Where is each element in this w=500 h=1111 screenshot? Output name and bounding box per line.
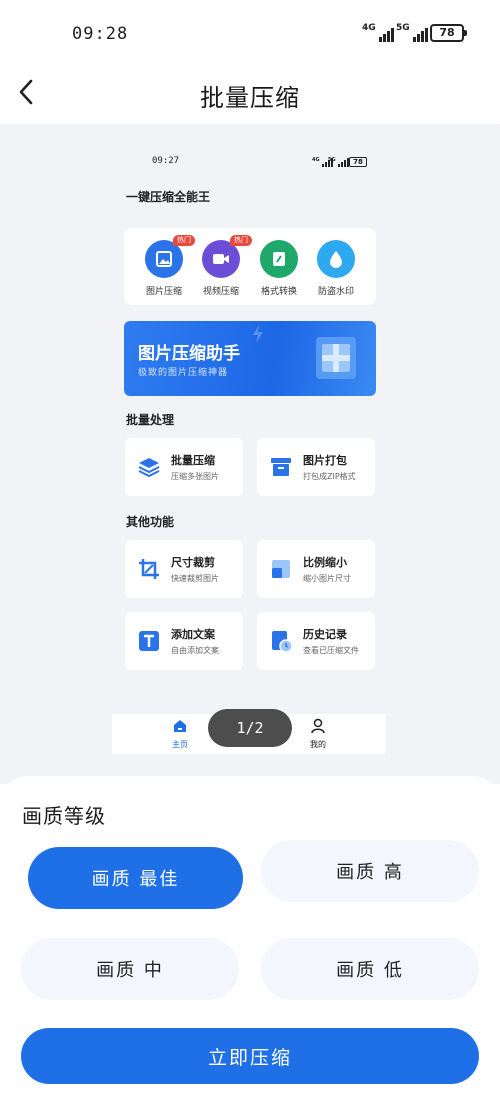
text-icon (139, 631, 159, 651)
quality-title: 画质等级 (22, 804, 106, 828)
section-title-quick: 一键压缩全能王 (126, 190, 211, 204)
quality-low-button[interactable]: 画质 低 (261, 938, 479, 1000)
preview-status-time: 09:27 (152, 156, 180, 166)
battery-level: 78 (439, 26, 455, 39)
image-icon: 热门 (145, 235, 195, 278)
quick-item-label: 图片压缩 (145, 287, 182, 297)
preview-battery-icon: 78 (349, 157, 367, 167)
quick-item-video-compress[interactable]: 热门 视频压缩 (191, 235, 252, 297)
section-title-batch: 批量处理 (126, 413, 175, 427)
preview-status-bar: 09:27 4G 5G 78 (0, 156, 500, 170)
tab-label: 我的 (310, 740, 326, 749)
quick-item-label: 视频压缩 (202, 287, 239, 297)
compress-now-button[interactable]: 立即压缩 (21, 1028, 479, 1084)
video-icon: 热门 (202, 235, 252, 278)
tool-name: 历史记录 (303, 628, 347, 641)
history-icon (272, 631, 293, 653)
tool-desc: 打包成ZIP格式 (303, 472, 356, 481)
preview-battery-level: 78 (353, 158, 363, 166)
quick-item-watermark[interactable]: 防盗水印 (306, 240, 366, 297)
signal-4g-icon: 4G (362, 24, 394, 42)
quality-medium-button[interactable]: 画质 中 (21, 938, 239, 1000)
quick-item-label: 防盗水印 (317, 287, 354, 297)
tool-desc: 缩小图片尺寸 (303, 574, 351, 583)
preview-network-label-2: 5G (328, 157, 336, 163)
quality-sheet: 画质等级 画质 最佳 画质 高 画质 中 画质 低 立即压缩 (0, 776, 500, 1111)
section-title-other: 其他功能 (126, 515, 175, 529)
quality-best-button[interactable]: 画质 最佳 (28, 847, 243, 909)
tool-desc: 自由添加文案 (171, 646, 219, 655)
lightning-icon (253, 325, 263, 343)
tool-name: 比例缩小 (303, 556, 347, 569)
app-header: 批量压缩 (0, 62, 500, 124)
user-icon (311, 718, 325, 734)
crop-icon (139, 559, 159, 579)
network-label-2: 5G (396, 23, 410, 33)
tool-name: 批量压缩 (171, 454, 215, 467)
preview-signal-5g-icon: 5G (328, 158, 349, 167)
quick-item-image-compress[interactable]: 热门 图片压缩 (134, 235, 195, 297)
quick-item-label: 格式转换 (260, 287, 297, 297)
promo-banner[interactable]: 图片压缩助手 极致的图片压缩神器 (124, 321, 376, 396)
tool-name: 添加文案 (171, 628, 215, 641)
banner-subtitle: 极致的图片压缩神器 (138, 368, 229, 378)
tab-label: 主页 (172, 740, 188, 749)
quality-high-button[interactable]: 画质 高 (261, 840, 479, 902)
status-time: 09:28 (72, 24, 129, 44)
page-title: 批量压缩 (200, 84, 300, 112)
quick-item-format-convert[interactable]: 格式转换 (249, 240, 309, 297)
layers-icon (138, 458, 160, 478)
tab-home[interactable]: 主页 (165, 718, 195, 750)
battery-icon: 78 (430, 24, 467, 42)
page-indicator: 1/2 (208, 709, 292, 747)
home-icon (174, 720, 186, 732)
status-bar: 09:28 4G 5G 78 (0, 0, 500, 62)
edit-icon (260, 240, 298, 278)
tool-image-pack[interactable]: 图片打包 打包成ZIP格式 (257, 438, 375, 496)
tool-crop[interactable]: 尺寸裁剪 快速裁剪图片 (125, 540, 243, 598)
tool-history[interactable]: 历史记录 查看已压缩文件 (257, 612, 375, 670)
tool-desc: 压缩多张图片 (171, 472, 219, 481)
tool-name: 尺寸裁剪 (171, 556, 215, 569)
tool-desc: 快速裁剪图片 (171, 574, 219, 583)
tool-desc: 查看已压缩文件 (303, 646, 359, 655)
resize-icon (272, 560, 290, 578)
preview-network-label-1: 4G (312, 157, 320, 163)
tool-name: 图片打包 (303, 454, 347, 467)
preview-panel[interactable]: 09:27 4G 5G 78 一键压缩全能王 热门 图片压缩 热门 视频压缩 格… (0, 124, 500, 784)
tool-batch-compress[interactable]: 批量压缩 压缩多张图片 (125, 438, 243, 496)
signal-5g-icon: 5G (396, 24, 428, 42)
tool-resize[interactable]: 比例缩小 缩小图片尺寸 (257, 540, 375, 598)
tab-mine[interactable]: 我的 (303, 718, 333, 750)
compress-illustration-icon (316, 337, 356, 379)
banner-title: 图片压缩助手 (138, 344, 240, 364)
quick-actions-card: 热门 图片压缩 热门 视频压缩 格式转换 防盗水印 (124, 228, 376, 305)
archive-icon (271, 458, 291, 476)
drop-icon (317, 240, 355, 278)
network-label-1: 4G (362, 23, 376, 33)
tool-add-text[interactable]: 添加文案 自由添加文案 (125, 612, 243, 670)
